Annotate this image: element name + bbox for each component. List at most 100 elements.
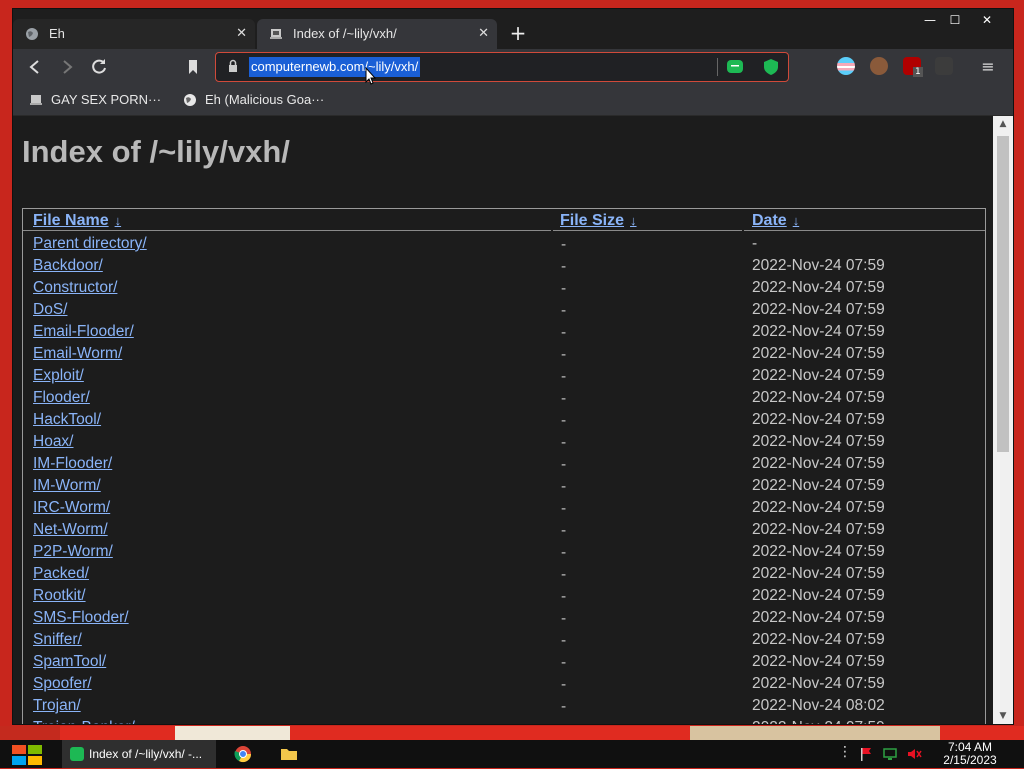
file-link[interactable]: Trojan/ (33, 697, 81, 715)
table-row: Email-Flooder/ - 2022-Nov-24 07:59 (23, 323, 985, 345)
sort-arrow-icon[interactable]: ↓ (630, 213, 637, 228)
chrome-icon[interactable] (234, 745, 252, 763)
reload-button[interactable] (87, 55, 111, 79)
bookmark-button[interactable] (181, 55, 205, 79)
file-link[interactable]: DoS/ (33, 301, 67, 319)
close-tab-icon[interactable]: ✕ (478, 19, 489, 49)
file-size: - (561, 258, 567, 275)
new-tab-button[interactable]: + (506, 21, 530, 45)
minimize-button[interactable]: — (916, 9, 944, 31)
file-date: 2022-Nov-24 07:59 (752, 279, 885, 296)
taskbar: Index of /~lily/vxh/ -... ⋮ 7:04 AM 2/15… (0, 740, 1024, 768)
back-button[interactable] (23, 55, 47, 79)
file-link[interactable]: Spoofer/ (33, 675, 92, 693)
maximize-button[interactable]: ☐ (941, 9, 969, 31)
file-link[interactable]: IM-Worm/ (33, 477, 101, 495)
pride-flag-extension-icon[interactable] (837, 57, 855, 75)
file-listing-table: File Name ↓ File Size ↓ Date ↓ Parent direc… (22, 208, 986, 724)
file-link[interactable]: Email-Flooder/ (33, 323, 134, 341)
forward-button[interactable] (55, 55, 79, 79)
file-size: - (561, 500, 567, 517)
file-link[interactable]: IRC-Worm/ (33, 499, 110, 517)
tab-index-of-lily-vxh[interactable]: Index of /~lily/vxh/ ✕ (257, 19, 497, 49)
file-link[interactable]: HackTool/ (33, 411, 101, 429)
table-row: Packed/ - 2022-Nov-24 07:59 (23, 565, 985, 587)
file-link[interactable]: Exploit/ (33, 367, 84, 385)
bookmark-item[interactable]: Eh (Malicious Goa··· (183, 85, 333, 115)
column-header-file-size[interactable]: File Size ↓ (560, 212, 637, 232)
file-link[interactable]: Constructor/ (33, 279, 117, 297)
table-row: DoS/ - 2022-Nov-24 07:59 (23, 301, 985, 323)
taskbar-item-browser[interactable]: Index of /~lily/vxh/ -... (62, 740, 216, 768)
network-icon[interactable] (882, 746, 898, 762)
close-window-button[interactable]: ✕ (973, 9, 1001, 31)
windows-start-icon[interactable] (10, 742, 44, 768)
sort-arrow-icon[interactable]: ↓ (115, 213, 122, 228)
tab-strip: Eh ✕ Index of /~lily/vxh/ ✕ + — ☐ ✕ (13, 9, 1013, 49)
ublock-extension-icon[interactable]: 1 (903, 57, 923, 77)
file-link[interactable]: SpamTool/ (33, 653, 106, 671)
file-link[interactable]: Parent directory/ (33, 235, 147, 253)
extension-badge: 1 (913, 67, 923, 77)
volume-icon[interactable] (906, 746, 922, 762)
extension-icon[interactable] (935, 57, 953, 75)
tab-title: Eh (49, 26, 65, 41)
address-bar-divider (717, 58, 718, 76)
scrollbar-thumb[interactable] (997, 136, 1009, 452)
mouse-cursor-icon (365, 67, 377, 85)
file-link[interactable]: Trojan-Banker/ (33, 719, 135, 724)
file-size: - (561, 632, 567, 649)
sort-by-name-link[interactable]: File Name (33, 212, 109, 229)
table-row: SpamTool/ - 2022-Nov-24 07:59 (23, 653, 985, 675)
file-link[interactable]: IM-Flooder/ (33, 455, 112, 473)
file-date: 2022-Nov-24 07:59 (752, 565, 885, 582)
url-text[interactable]: computernewb.com/~lily/vxh/ (249, 57, 421, 77)
header-divider (553, 230, 742, 231)
file-link[interactable]: Backdoor/ (33, 257, 103, 275)
column-header-date[interactable]: Date ↓ (752, 212, 799, 232)
scroll-up-icon[interactable]: ▲ (993, 116, 1013, 132)
chat-extension-icon[interactable] (726, 58, 744, 76)
sort-by-date-link[interactable]: Date (752, 212, 787, 229)
file-date: 2022-Nov-24 07:59 (752, 675, 885, 692)
file-size: - (561, 346, 567, 363)
flag-icon[interactable] (858, 746, 874, 762)
shield-icon[interactable] (762, 58, 780, 76)
file-link[interactable]: Email-Worm/ (33, 345, 122, 363)
file-link[interactable]: P2P-Worm/ (33, 543, 113, 561)
file-link[interactable]: SMS-Flooder/ (33, 609, 129, 627)
file-size: - (561, 676, 567, 693)
file-link[interactable]: Hoax/ (33, 433, 74, 451)
table-row: IM-Flooder/ - 2022-Nov-24 07:59 (23, 455, 985, 477)
system-clock[interactable]: 7:04 AM 2/15/2023 (930, 740, 1010, 769)
sort-arrow-icon[interactable]: ↓ (793, 213, 800, 228)
folder-icon[interactable] (280, 745, 298, 763)
browser-menu-button[interactable]: ≡ (976, 55, 1000, 79)
file-date: 2022-Nov-24 07:59 (752, 367, 885, 384)
column-header-file-name[interactable]: File Name ↓ (33, 212, 121, 232)
avatar-extension-icon[interactable] (870, 57, 888, 75)
file-date: 2022-Nov-24 07:59 (752, 389, 885, 406)
bookmark-item[interactable]: GAY SEX PORN··· (29, 85, 169, 115)
vertical-scrollbar[interactable]: ▲ ▼ (993, 116, 1013, 724)
tab-eh[interactable]: Eh ✕ (13, 19, 255, 49)
file-date: 2022-Nov-24 07:59 (752, 345, 885, 362)
file-link[interactable]: Packed/ (33, 565, 89, 583)
file-date: 2022-Nov-24 07:59 (752, 477, 885, 494)
file-date: 2022-Nov-24 07:59 (752, 653, 885, 670)
close-tab-icon[interactable]: ✕ (236, 19, 247, 49)
address-bar[interactable]: computernewb.com/~lily/vxh/ (215, 52, 789, 82)
sort-by-size-link[interactable]: File Size (560, 212, 624, 229)
file-link[interactable]: Flooder/ (33, 389, 90, 407)
browser-app-icon (70, 747, 84, 761)
file-date: 2022-Nov-24 07:59 (752, 587, 885, 604)
tab-title: Index of /~lily/vxh/ (293, 26, 397, 41)
file-link[interactable]: Rootkit/ (33, 587, 86, 605)
file-link[interactable]: Net-Worm/ (33, 521, 108, 539)
file-link[interactable]: Sniffer/ (33, 631, 82, 649)
file-date: 2022-Nov-24 07:59 (752, 499, 885, 516)
tray-overflow-icon[interactable]: ⋮ (838, 744, 852, 760)
file-size: - (561, 236, 567, 253)
scroll-down-icon[interactable]: ▼ (993, 708, 1013, 724)
file-size: - (561, 390, 567, 407)
